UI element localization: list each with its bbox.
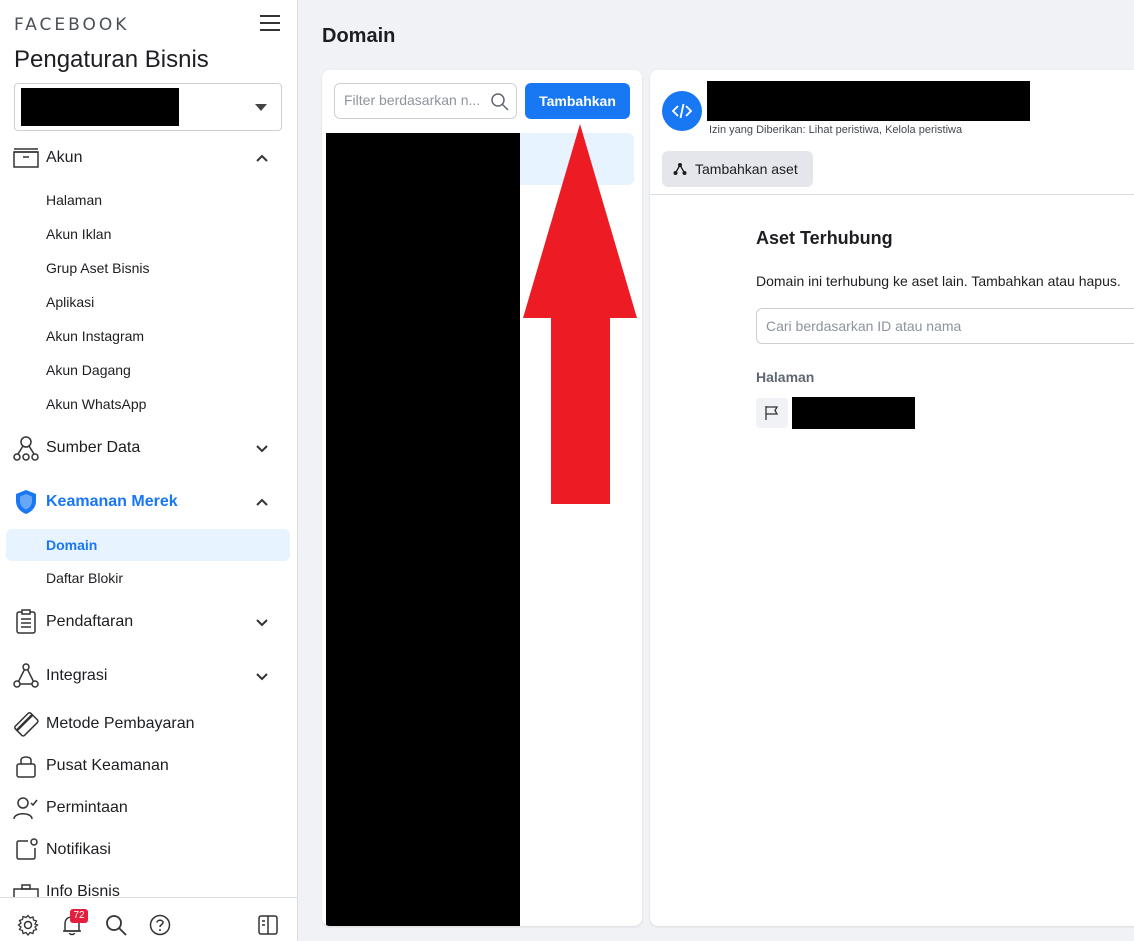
nav-label-metode-pembayaran: Metode Pembayaran: [46, 715, 195, 732]
sidebar-item-instagram[interactable]: Akun Instagram: [46, 328, 144, 344]
flag-icon: [756, 398, 788, 428]
nav-group-sumber-data[interactable]: Sumber Data: [0, 430, 297, 466]
redacted-domain-list: [326, 133, 520, 926]
chevron-down-icon: [256, 673, 268, 681]
sidebar-item-akun-iklan[interactable]: Akun Iklan: [46, 226, 111, 242]
asset-icon: [673, 163, 687, 175]
code-icon: [662, 91, 702, 131]
sidebar-item-domain-label: Domain: [46, 537, 98, 553]
nav-label-notifikasi: Notifikasi: [46, 841, 111, 858]
business-selector[interactable]: [14, 83, 282, 131]
nav-group-keamanan-merek[interactable]: Keamanan Merek: [0, 484, 297, 520]
page-title: Domain: [322, 25, 396, 47]
clipboard-icon: [13, 609, 39, 635]
sidebar-item-domain[interactable]: Domain: [6, 529, 290, 561]
panel-toggle-icon[interactable]: [257, 914, 279, 936]
data-source-icon: [13, 435, 39, 461]
facebook-logo: FACEBOOK: [14, 15, 130, 35]
sidebar-item-daftar-blokir[interactable]: Daftar Blokir: [46, 570, 123, 586]
section-title: Aset Terhubung: [756, 228, 893, 248]
redacted-domain-name: [707, 81, 1030, 121]
filter-input[interactable]: [344, 92, 484, 108]
lock-icon: [13, 753, 39, 779]
nav-label-akun: Akun: [46, 149, 83, 166]
nav-group-notifikasi[interactable]: Notifikasi: [0, 832, 297, 868]
nav-label-pendaftaran: Pendaftaran: [46, 613, 134, 630]
sidebar: FACEBOOK Pengaturan Bisnis Akun Halaman …: [0, 0, 298, 941]
section-description: Domain ini terhubung ke aset lain. Tamba…: [756, 273, 1121, 289]
chevron-down-icon: [256, 445, 268, 453]
person-check-icon: [13, 795, 39, 821]
nav-label-keamanan-merek: Keamanan Merek: [46, 493, 178, 510]
sidebar-item-dagang[interactable]: Akun Dagang: [46, 362, 131, 378]
nav-label-permintaan: Permintaan: [46, 799, 128, 816]
nav-group-metode-pembayaran[interactable]: Metode Pembayaran: [0, 706, 297, 742]
nav-group-pendaftaran[interactable]: Pendaftaran: [0, 604, 297, 640]
chevron-up-icon: [256, 498, 268, 506]
permissions-text: Izin yang Diberikan: Lihat peristiwa, Ke…: [709, 124, 963, 136]
pages-heading: Halaman: [756, 369, 815, 385]
credit-card-icon: [13, 711, 39, 737]
briefcase-icon: [13, 145, 39, 171]
caret-down-icon: [255, 104, 267, 111]
nav-group-permintaan[interactable]: Permintaan: [0, 790, 297, 826]
nav-group-integrasi[interactable]: Integrasi: [0, 658, 297, 694]
asset-search-input[interactable]: [766, 318, 1126, 334]
integration-icon: [13, 663, 39, 689]
nav-label-integrasi: Integrasi: [46, 667, 108, 684]
add-asset-label: Tambahkan aset: [695, 161, 798, 177]
nav-group-akun[interactable]: Akun: [0, 140, 297, 176]
menu-icon[interactable]: [260, 15, 280, 33]
nav-group-pusat-keamanan[interactable]: Pusat Keamanan: [0, 748, 297, 784]
gear-icon[interactable]: [17, 914, 39, 936]
domain-detail-panel: Izin yang Diberikan: Lihat peristiwa, Ke…: [650, 70, 1134, 926]
chevron-down-icon: [256, 619, 268, 627]
connected-page-item[interactable]: [756, 396, 926, 430]
search-icon: [491, 93, 509, 111]
help-icon[interactable]: [149, 914, 171, 936]
sidebar-footer: [0, 897, 297, 941]
filter-field[interactable]: [334, 83, 517, 119]
app-title: Pengaturan Bisnis: [14, 46, 209, 73]
sidebar-item-grup-aset[interactable]: Grup Aset Bisnis: [46, 260, 150, 276]
nav-label-pusat-keamanan: Pusat Keamanan: [46, 757, 169, 774]
sidebar-item-halaman[interactable]: Halaman: [46, 192, 102, 208]
asset-search-field[interactable]: [756, 308, 1134, 344]
notification-badge: 72: [70, 909, 88, 923]
add-asset-button[interactable]: Tambahkan aset: [662, 151, 813, 187]
chevron-up-icon: [256, 154, 268, 162]
shield-icon: [13, 489, 39, 515]
red-arrow-annotation: [523, 124, 637, 504]
detail-header: Izin yang Diberikan: Lihat peristiwa, Ke…: [650, 70, 1134, 195]
notification-icon: [13, 837, 39, 863]
sidebar-item-aplikasi[interactable]: Aplikasi: [46, 294, 94, 310]
search-icon[interactable]: [105, 914, 127, 936]
nav-label-sumber-data: Sumber Data: [46, 439, 141, 456]
redacted-page-name: [792, 397, 915, 429]
add-domain-button[interactable]: Tambahkan: [525, 83, 630, 119]
redacted-business-name: [21, 88, 179, 126]
sidebar-item-whatsapp[interactable]: Akun WhatsApp: [46, 396, 146, 412]
